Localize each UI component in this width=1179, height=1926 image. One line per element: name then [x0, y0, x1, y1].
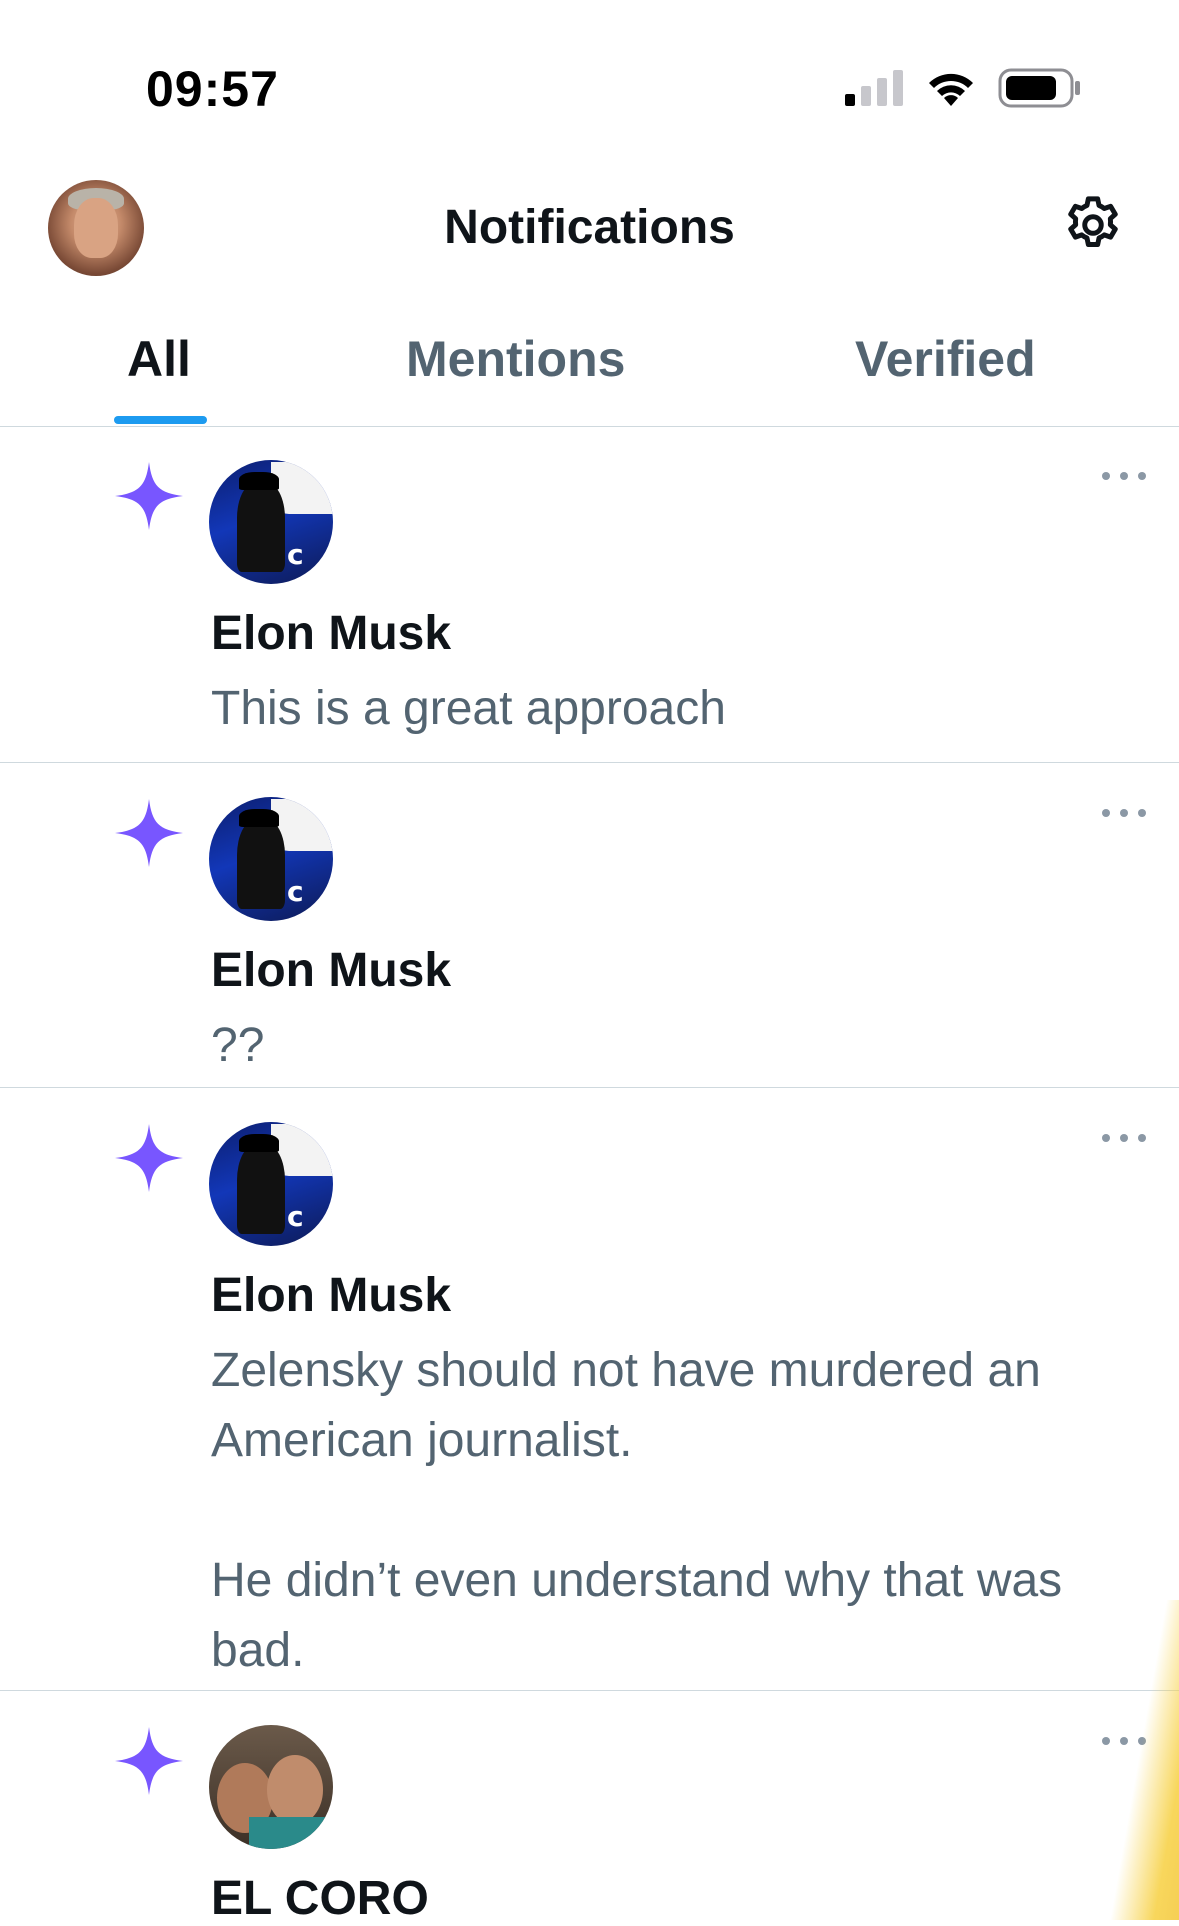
tab-all[interactable]: All [127, 330, 191, 388]
active-tab-indicator [114, 416, 207, 424]
more-icon[interactable] [1100, 1130, 1148, 1146]
more-icon[interactable] [1100, 805, 1148, 821]
signal-icon [845, 70, 903, 106]
avatar[interactable]: c [209, 1122, 333, 1246]
status-time: 09:57 [146, 61, 279, 117]
sparkle-icon [115, 1727, 183, 1795]
header: Notifications [0, 170, 1179, 290]
tab-verified[interactable]: Verified [855, 330, 1036, 388]
notification-item[interactable]: c Elon Musk Zelensky should not have mur… [0, 1088, 1179, 1691]
status-bar: 09:57 [0, 0, 1179, 160]
sparkle-icon [115, 799, 183, 867]
page-title: Notifications [444, 201, 735, 254]
sparkle-icon [115, 1124, 183, 1192]
avatar[interactable]: c [209, 460, 333, 584]
notification-text: ?? [211, 1019, 265, 1072]
user-name[interactable]: Elon Musk [211, 1268, 451, 1323]
more-icon[interactable] [1100, 468, 1148, 484]
notification-text: Zelensky should not have murdered an Ame… [211, 1344, 1063, 1677]
wifi-icon [929, 73, 973, 106]
user-name[interactable]: Elon Musk [211, 943, 451, 998]
user-name[interactable]: Elon Musk [211, 606, 451, 661]
battery-icon [998, 68, 1080, 108]
gear-icon[interactable] [1060, 192, 1126, 258]
avatar[interactable] [209, 1725, 333, 1849]
notification-item[interactable]: c Elon Musk ?? [0, 763, 1179, 1088]
notification-tabs: All Mentions Verified [0, 290, 1179, 427]
sparkle-icon [115, 462, 183, 530]
tab-mentions[interactable]: Mentions [406, 330, 625, 388]
user-name[interactable]: EL CORO [211, 1871, 429, 1926]
notification-item[interactable]: c Elon Musk This is a great approach [0, 426, 1179, 763]
avatar[interactable]: c [209, 797, 333, 921]
notification-item[interactable]: EL CORO [0, 1691, 1179, 1925]
notification-text: This is a great approach [211, 682, 726, 735]
